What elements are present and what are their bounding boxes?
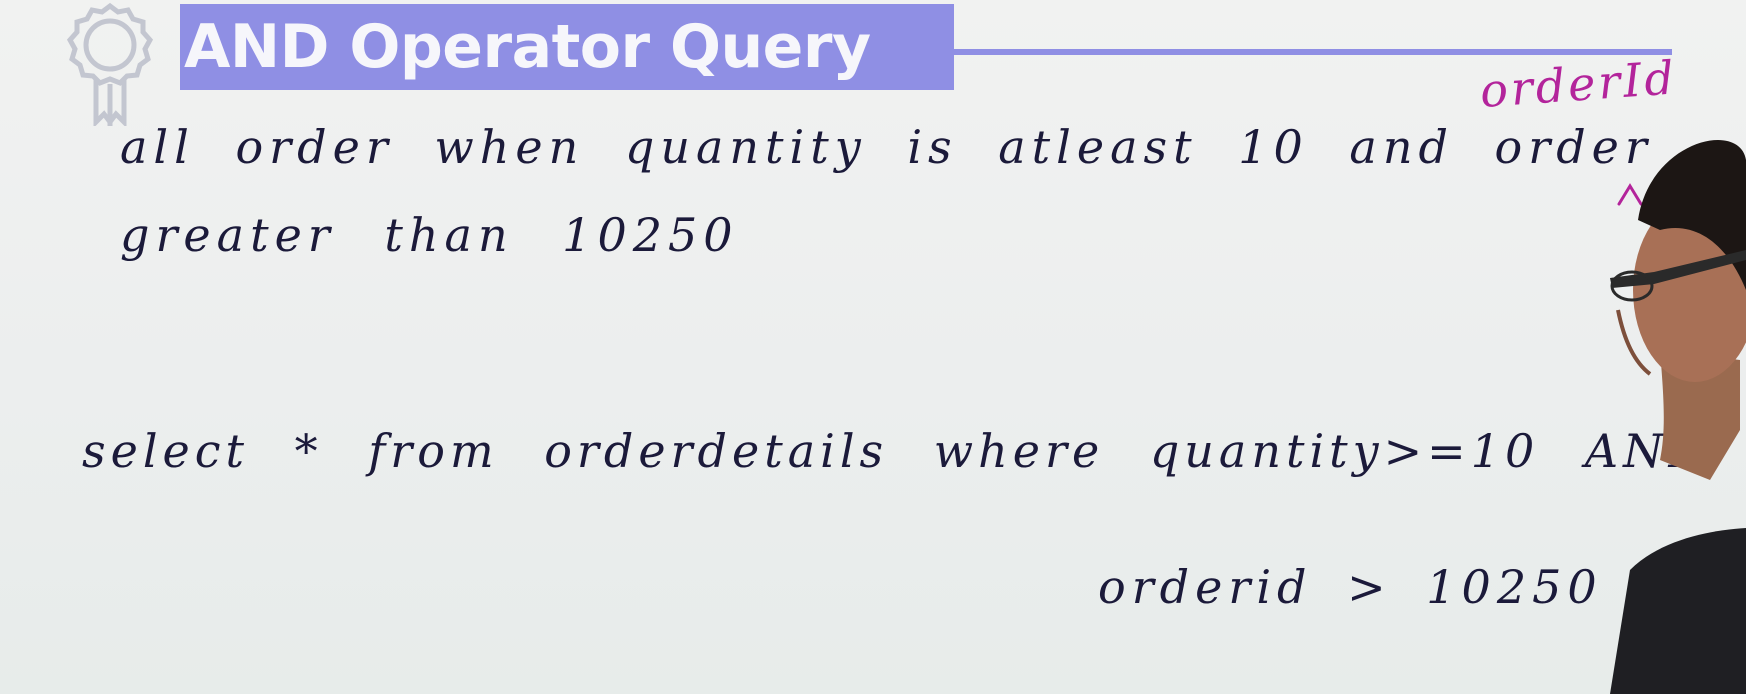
title-underline bbox=[954, 49, 1672, 55]
query-line-1: select * from orderdetails where quantit… bbox=[82, 424, 1711, 478]
question-line-1: all order when quantity is atleast 10 an… bbox=[120, 120, 1653, 174]
page-title: AND Operator Query bbox=[184, 12, 871, 82]
award-ribbon-icon bbox=[66, 2, 154, 126]
presenter-figure bbox=[1610, 140, 1746, 694]
question-line-2: greater than 10250 bbox=[120, 208, 739, 262]
query-line-2: orderid > 10250 bbox=[1098, 560, 1603, 614]
whiteboard: AND Operator Query all order when quanti… bbox=[0, 0, 1746, 694]
